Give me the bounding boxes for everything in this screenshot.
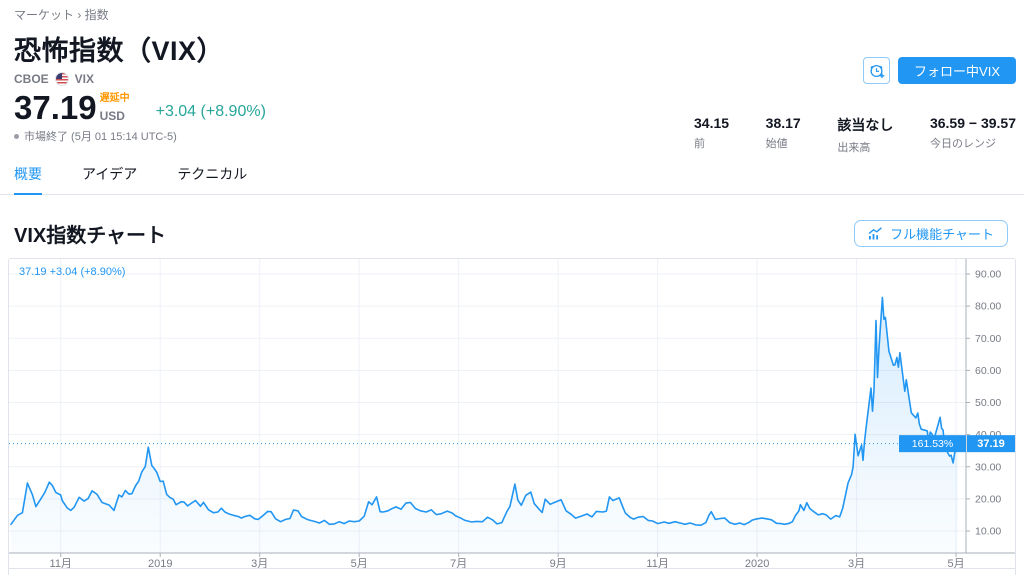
follow-button[interactable]: フォロー中VIX	[898, 57, 1016, 84]
symbol-header: 恐怖指数（VIX） CBOE VIX 37.19 遅延中 USD +3.04 (…	[0, 29, 1024, 144]
currency-label: USD	[100, 110, 130, 122]
svg-text:20.00: 20.00	[975, 493, 1001, 505]
us-flag-icon	[55, 72, 69, 86]
chart-area-series	[11, 298, 958, 554]
chart-section-head: VIX指数チャート フル機能チャート	[0, 195, 1024, 258]
key-stats: 34.15 前 38.17 始値 該当なし 出来高 36.59 − 39.57 …	[694, 115, 1016, 155]
stat-open: 38.17 始値	[766, 115, 801, 155]
svg-text:90.00: 90.00	[975, 269, 1001, 281]
tab-technicals[interactable]: テクニカル	[177, 160, 247, 194]
vix-symbol-page: マーケット › 指数 恐怖指数（VIX） CBOE VIX 37.19 遅延中 …	[0, 0, 1024, 575]
svg-text:80.00: 80.00	[975, 301, 1001, 313]
price-axis[interactable]: 90.0080.0070.0060.0050.0040.0030.0020.00…	[966, 269, 1001, 538]
chart-icon	[868, 227, 883, 240]
alarm-clock-plus-icon	[868, 62, 886, 80]
svg-text:60.00: 60.00	[975, 365, 1001, 377]
svg-text:161.53%: 161.53%	[912, 438, 953, 450]
svg-text:37.19: 37.19	[977, 438, 1005, 450]
svg-text:10.00: 10.00	[975, 526, 1001, 538]
tab-bar: 概要 アイデア テクニカル	[0, 160, 1024, 195]
add-alert-button[interactable]	[863, 57, 890, 84]
stat-volume: 該当なし 出来高	[837, 115, 893, 155]
full-featured-chart-button[interactable]: フル機能チャート	[854, 220, 1008, 247]
current-price: 37.19	[14, 94, 97, 122]
svg-text:30.00: 30.00	[975, 461, 1001, 473]
chart-section-title: VIX指数チャート	[14, 219, 166, 248]
price-change: +3.04 (+8.90%)	[156, 102, 266, 122]
range-toolbar: 1日 5日 1ヶ月 3ヶ月 6ヶ月 年初来 1年 5年 すべて % ログスケール	[9, 568, 1015, 575]
current-price-tag: 37.19	[967, 435, 1015, 452]
chart-legend: 37.19 +3.04 (+8.90%)	[19, 266, 125, 278]
time-axis[interactable]: 11月20193月5月7月9月11月20203月5月	[50, 553, 965, 569]
chart-card: 37.19 +3.04 (+8.90%) 90.00 80.00 70.00 60.0…	[8, 258, 1016, 575]
svg-text:70.00: 70.00	[975, 333, 1001, 345]
symbol-label: VIX	[75, 72, 94, 86]
percent-change-tag: 161.53%	[899, 435, 966, 452]
header-actions: フォロー中VIX	[863, 57, 1016, 84]
tab-overview[interactable]: 概要	[14, 160, 42, 195]
tab-ideas[interactable]: アイデア	[82, 160, 137, 194]
delayed-badge: 遅延中	[100, 94, 130, 104]
market-status-text: 市場終了 (5月 01 15:14 UTC-5)	[24, 128, 177, 144]
stat-prev-close: 34.15 前	[694, 115, 729, 155]
header-right: フォロー中VIX 34.15 前 38.17 始値 該当なし 出来高 36.59…	[596, 57, 1016, 155]
price-chart-canvas[interactable]: 90.0080.0070.0060.0050.0040.0030.0020.00…	[9, 259, 1015, 569]
market-status-dot-icon	[14, 134, 19, 139]
breadcrumb[interactable]: マーケット › 指数	[0, 0, 1024, 23]
svg-text:50.00: 50.00	[975, 397, 1001, 409]
exchange-label: CBOE	[14, 72, 49, 86]
stat-day-range: 36.59 − 39.57 今日のレンジ	[930, 115, 1016, 155]
